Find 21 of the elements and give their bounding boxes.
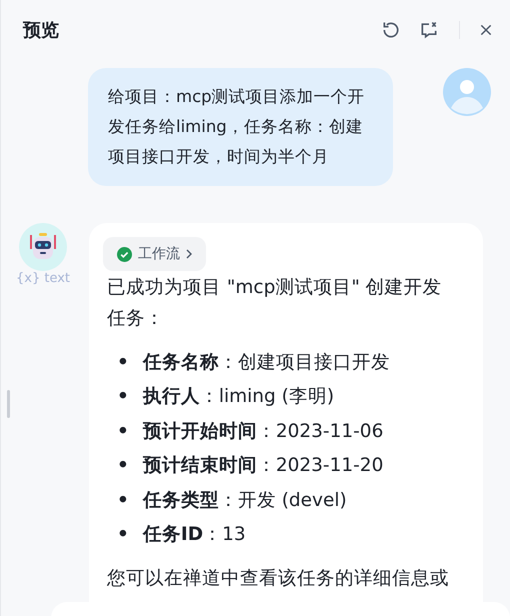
bullet: • bbox=[117, 420, 129, 444]
bullet: • bbox=[117, 454, 129, 478]
task-detail-item: 预计结束时间：2023-11-20 bbox=[142, 454, 384, 478]
bullet: • bbox=[117, 385, 129, 410]
task-detail-item: 预计开始时间：2023-11-06 bbox=[142, 420, 384, 444]
robot-avatar-icon bbox=[19, 223, 67, 271]
task-detail-item: 任务类型：开发 (devel) bbox=[142, 488, 347, 513]
reply-intro: 已成功为项目 "mcp测试项目" 创建开发任务： bbox=[107, 276, 443, 330]
user-avatar-icon bbox=[443, 68, 491, 116]
bullet: • bbox=[117, 350, 129, 375]
task-detail-item: 任务ID：13 bbox=[142, 523, 246, 548]
user-message: 给项目：mcp测试项目添加一个开发任务给liming，任务名称：创建项目接口开发，时间为半个月 bbox=[88, 68, 393, 186]
bullet: • bbox=[117, 523, 129, 548]
panel-title: 预览 bbox=[23, 19, 60, 42]
reply-outro: 您可以在禅道中查看该任务的详细信息或 bbox=[107, 566, 450, 590]
task-detail-item: 任务名称：创建项目接口开发 bbox=[142, 350, 390, 375]
chevron-right-icon bbox=[186, 249, 192, 259]
avatar-caption: {x} text bbox=[16, 271, 70, 286]
bullet: • bbox=[117, 488, 129, 513]
workflow-chip[interactable]: 工作流 bbox=[103, 237, 206, 271]
task-detail-item: 执行人：liming (李明) bbox=[142, 385, 334, 410]
